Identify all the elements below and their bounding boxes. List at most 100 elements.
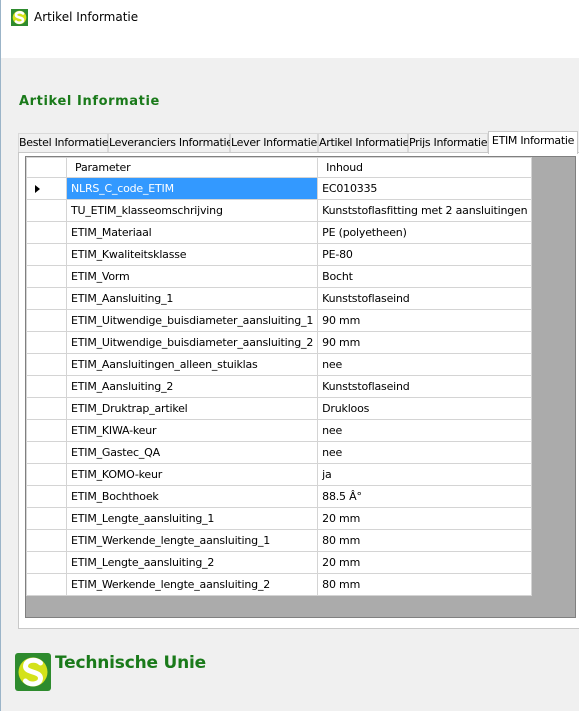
table-row[interactable]: ETIM_Vorm Bocht (26, 265, 533, 288)
table-row[interactable]: ETIM_Materiaal PE (polyetheen) (26, 221, 533, 244)
table-row[interactable]: ETIM_KIWA-keur nee (26, 419, 533, 442)
etim-data-grid[interactable]: Parameter Inhoud NLRS_C_code_ETIM EC01033… (25, 156, 576, 618)
table-row[interactable]: TU_ETIM_klasseomschrijving Kunststoflasfi… (26, 199, 533, 222)
parameter-cell[interactable]: TU_ETIM_klasseomschrijving (65, 199, 319, 222)
table-row[interactable]: ETIM_Lengte_aansluiting_1 20 mm (26, 507, 533, 530)
parameter-cell[interactable]: ETIM_Werkende_lengte_aansluiting_1 (65, 529, 319, 552)
corner-header-cell[interactable] (26, 157, 67, 178)
parameter-cell[interactable]: ETIM_Gastec_QA (65, 441, 319, 464)
table-row[interactable]: ETIM_Druktrap_artikel Drukloos (26, 397, 533, 420)
row-header-cell[interactable] (26, 551, 67, 574)
table-row[interactable]: ETIM_Aansluitingen_alleen_stuiklas nee (26, 353, 533, 376)
parameter-cell[interactable]: ETIM_Aansluiting_1 (65, 287, 319, 310)
table-row[interactable]: ETIM_Aansluiting_1 Kunststoflaseind (26, 287, 533, 310)
etim-tab-panel: Parameter Inhoud NLRS_C_code_ETIM EC01033… (18, 152, 579, 629)
table-row[interactable]: ETIM_Lengte_aansluiting_2 20 mm (26, 551, 533, 574)
technische-unie-logo-icon (11, 9, 28, 26)
inhoud-cell[interactable]: nee (317, 441, 533, 464)
parameter-cell[interactable]: ETIM_Lengte_aansluiting_2 (65, 551, 319, 574)
table-row[interactable]: ETIM_Gastec_QA nee (26, 441, 533, 464)
inhoud-cell[interactable]: ja (317, 463, 533, 486)
row-header-cell[interactable] (26, 573, 67, 596)
parameter-cell[interactable]: ETIM_Lengte_aansluiting_1 (65, 507, 319, 530)
table-row[interactable]: ETIM_Bochthoek 88.5 Â° (26, 485, 533, 508)
row-header-cell[interactable] (26, 221, 67, 244)
row-header-cell[interactable] (26, 309, 67, 332)
parameter-cell[interactable]: ETIM_Vorm (65, 265, 319, 288)
etim-table: Parameter Inhoud NLRS_C_code_ETIM EC01033… (26, 157, 533, 596)
row-header-cell[interactable] (26, 529, 67, 552)
inhoud-cell[interactable]: Drukloos (317, 397, 533, 420)
inhoud-cell[interactable]: PE-80 (317, 243, 533, 266)
parameter-cell[interactable]: ETIM_Werkende_lengte_aansluiting_2 (65, 573, 319, 596)
header-row: Parameter Inhoud (26, 157, 533, 178)
current-row-arrow-icon (35, 185, 40, 193)
column-header-parameter[interactable]: Parameter (65, 157, 319, 178)
parameter-cell[interactable]: ETIM_Kwaliteitsklasse (65, 243, 319, 266)
tab-prijs-informatie[interactable]: Prijs Informatie (408, 133, 488, 153)
parameter-cell[interactable]: ETIM_Aansluitingen_alleen_stuiklas (65, 353, 319, 376)
parameter-cell[interactable]: ETIM_Uitwendige_buisdiameter_aansluiting… (65, 331, 319, 354)
inhoud-cell[interactable]: 90 mm (317, 331, 533, 354)
tab-artikel-informatie[interactable]: Artikel Informatie (318, 133, 409, 153)
row-header-cell[interactable] (26, 375, 67, 398)
parameter-cell[interactable]: ETIM_KIWA-keur (65, 419, 319, 442)
inhoud-cell[interactable]: Kunststoflaseind (317, 287, 533, 310)
parameter-cell[interactable]: NLRS_C_code_ETIM (65, 177, 319, 200)
table-row[interactable]: ETIM_Kwaliteitsklasse PE-80 (26, 243, 533, 266)
inhoud-cell[interactable]: EC010335 (317, 177, 533, 200)
window-title: Artikel Informatie (34, 10, 139, 24)
parameter-cell[interactable]: ETIM_Druktrap_artikel (65, 397, 319, 420)
inhoud-cell[interactable]: nee (317, 419, 533, 442)
title-bar: Artikel Informatie (1, 0, 579, 58)
row-header-cell[interactable] (26, 199, 67, 222)
inhoud-cell[interactable]: Bocht (317, 265, 533, 288)
inhoud-cell[interactable]: nee (317, 353, 533, 376)
parameter-cell[interactable]: ETIM_Bochthoek (65, 485, 319, 508)
app-window: Artikel Informatie Artikel Informatie Be… (0, 0, 579, 711)
column-header-inhoud[interactable]: Inhoud (317, 157, 533, 178)
footer: Technische Unie (4, 638, 579, 711)
main-content: Artikel Informatie Bestel Informatie Lev… (4, 58, 579, 638)
parameter-cell[interactable]: ETIM_Aansluiting_2 (65, 375, 319, 398)
inhoud-cell[interactable]: PE (polyetheen) (317, 221, 533, 244)
row-header-cell[interactable] (26, 243, 67, 266)
brand-name: Technische Unie (55, 653, 206, 673)
table-row[interactable]: ETIM_KOMO-keur ja (26, 463, 533, 486)
row-header-cell[interactable] (26, 397, 67, 420)
inhoud-cell[interactable]: 80 mm (317, 573, 533, 596)
parameter-cell[interactable]: ETIM_Uitwendige_buisdiameter_aansluiting… (65, 309, 319, 332)
inhoud-cell[interactable]: Kunststoflaseind (317, 375, 533, 398)
row-header-cell[interactable] (26, 419, 67, 442)
row-header-cell[interactable] (26, 353, 67, 376)
tab-bestel-informatie[interactable]: Bestel Informatie (18, 133, 109, 153)
tab-strip: Bestel Informatie Leveranciers Informati… (18, 131, 579, 154)
inhoud-cell[interactable]: 88.5 Â° (317, 485, 533, 508)
row-header-cell[interactable] (26, 287, 67, 310)
table-row[interactable]: ETIM_Werkende_lengte_aansluiting_1 80 mm (26, 529, 533, 552)
parameter-cell[interactable]: ETIM_KOMO-keur (65, 463, 319, 486)
table-row[interactable]: ETIM_Aansluiting_2 Kunststoflaseind (26, 375, 533, 398)
row-header-cell[interactable] (26, 463, 67, 486)
grid-body: NLRS_C_code_ETIM EC010335 TU_ETIM_klasseom… (26, 177, 533, 596)
table-row[interactable]: NLRS_C_code_ETIM EC010335 (26, 177, 533, 200)
tab-lever-informatie[interactable]: Lever Informatie (230, 133, 318, 153)
inhoud-cell[interactable]: 90 mm (317, 309, 533, 332)
row-header-cell[interactable] (26, 507, 67, 530)
row-header-cell[interactable] (26, 331, 67, 354)
row-header-cell[interactable] (26, 441, 67, 464)
inhoud-cell[interactable]: 20 mm (317, 551, 533, 574)
parameter-cell[interactable]: ETIM_Materiaal (65, 221, 319, 244)
table-row[interactable]: ETIM_Uitwendige_buisdiameter_aansluiting… (26, 309, 533, 332)
inhoud-cell[interactable]: Kunststoflasfitting met 2 aansluitingen (317, 199, 533, 222)
inhoud-cell[interactable]: 80 mm (317, 529, 533, 552)
inhoud-cell[interactable]: 20 mm (317, 507, 533, 530)
table-row[interactable]: ETIM_Werkende_lengte_aansluiting_2 80 mm (26, 573, 533, 596)
row-header-cell[interactable] (26, 265, 67, 288)
row-header-cell[interactable] (26, 485, 67, 508)
page-title: Artikel Informatie (19, 94, 160, 109)
table-row[interactable]: ETIM_Uitwendige_buisdiameter_aansluiting… (26, 331, 533, 354)
tab-etim-informatie[interactable]: ETIM Informatie (488, 131, 578, 154)
tab-leveranciers-informatie[interactable]: Leveranciers Informatie (108, 133, 233, 153)
row-header-cell[interactable] (26, 177, 67, 200)
